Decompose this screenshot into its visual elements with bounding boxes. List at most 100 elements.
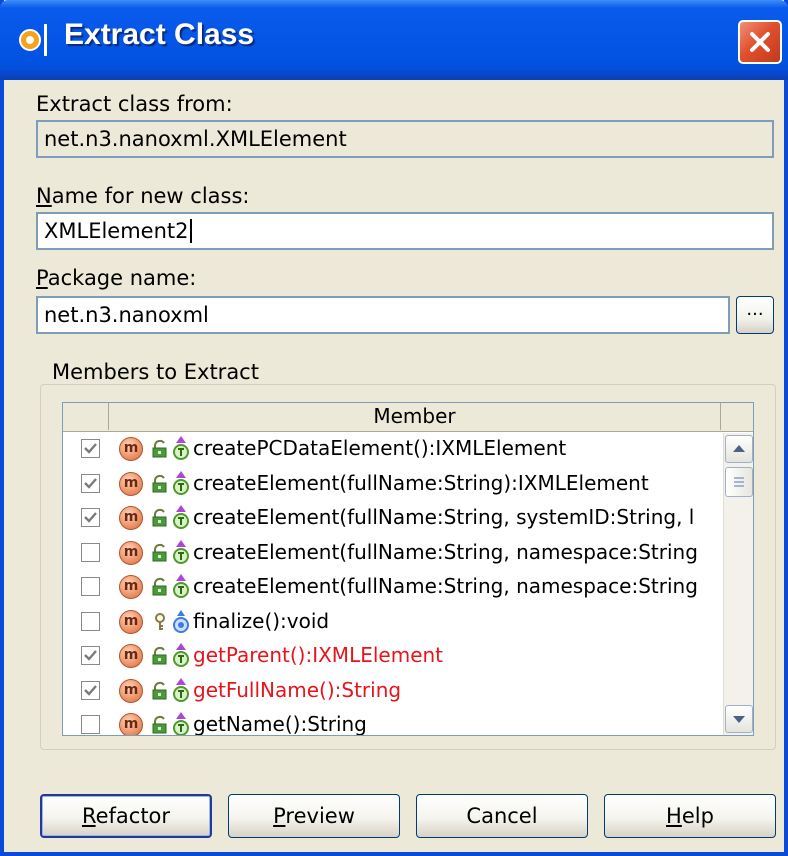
title-bar[interactable]: Extract Class [0, 0, 788, 80]
checkmark-icon [84, 684, 97, 696]
extract-from-field: net.n3.nanoxml.XMLElement [36, 120, 774, 158]
member-checkbox[interactable] [81, 680, 100, 700]
member-row[interactable]: m createElement(fullName:String):IXMLElem… [63, 468, 721, 503]
public-lock-icon [151, 577, 169, 597]
implements-icon [171, 504, 191, 530]
package-name-input[interactable]: net.n3.nanoxml [36, 296, 730, 334]
public-lock-icon [151, 646, 169, 666]
arrow-down-icon [733, 716, 745, 723]
checkmark-icon [84, 650, 97, 661]
checkbox-column-header[interactable] [63, 403, 109, 430]
member-row[interactable]: m createPCDataElement():IXMLElement [63, 433, 721, 468]
method-icon: m [119, 609, 143, 634]
member-signature: createPCDataElement():IXMLElement [193, 436, 567, 460]
member-checkbox[interactable] [81, 439, 100, 458]
help-mnemonic: H [666, 804, 682, 828]
member-signature: createElement(fullName:String, namespace… [193, 574, 698, 598]
member-row[interactable]: m getName():String [63, 709, 721, 736]
cancel-button[interactable]: Cancel [416, 794, 588, 838]
implements-icon [171, 573, 191, 599]
member-checkbox[interactable] [81, 611, 100, 631]
help-button[interactable]: Help [604, 794, 776, 838]
new-class-label: Name for new class: [36, 184, 249, 208]
intellij-app-icon [19, 24, 47, 56]
member-column-header[interactable]: Member [109, 403, 721, 430]
public-lock-icon [151, 543, 169, 563]
scroll-thumb[interactable] [725, 467, 753, 497]
member-row[interactable]: m createElement(fullName:String, systemID… [63, 502, 721, 537]
vertical-scrollbar[interactable] [723, 433, 753, 735]
close-icon [750, 32, 770, 52]
extract-from-value: net.n3.nanoxml.XMLElement [44, 127, 347, 151]
member-checkbox[interactable] [81, 542, 100, 562]
implements-icon [171, 435, 191, 461]
member-signature: getFullName():String [193, 677, 402, 702]
method-icon: m [119, 678, 143, 703]
text-caret [189, 219, 192, 243]
member-row[interactable]: m finalize():void [63, 606, 721, 641]
member-signature: getName():String [193, 712, 367, 736]
member-rows: m createPCDataElement():IXMLElement m creat… [63, 433, 721, 736]
extract-from-label: Extract class from: [36, 92, 233, 116]
member-row[interactable]: m getParent():IXMLElement [63, 640, 721, 675]
method-icon: m [119, 575, 143, 599]
member-checkbox[interactable] [81, 646, 100, 665]
members-group-label: Members to Extract [48, 360, 263, 384]
member-checkbox[interactable] [81, 577, 100, 596]
members-table: Member m createPCDataElement():IXMLElemen… [62, 402, 754, 736]
member-checkbox[interactable] [81, 473, 100, 493]
grip-icon [734, 477, 744, 487]
preview-label: review [285, 804, 355, 828]
implements-icon [171, 677, 191, 703]
new-class-name-input[interactable]: XMLElement2 [36, 212, 774, 250]
browse-package-button[interactable]: ... [736, 296, 774, 334]
member-signature: createElement(fullName:String):IXMLEleme… [193, 470, 649, 495]
package-mnemonic: P [36, 266, 48, 290]
member-row[interactable]: m getFullName():String [63, 675, 721, 710]
extract-class-dialog: Extract Class Extract class from: net.n3… [0, 0, 788, 856]
member-row[interactable]: m createElement(fullName:String, namespac… [63, 571, 721, 606]
method-icon: m [119, 471, 143, 496]
new-class-label-text: ame for new class: [51, 184, 250, 208]
implements-icon [171, 470, 191, 496]
new-class-name-value: XMLElement2 [44, 219, 189, 243]
member-checkbox[interactable] [81, 508, 100, 527]
implements-icon [171, 539, 191, 565]
method-icon: m [119, 506, 143, 530]
member-signature: finalize():void [193, 608, 330, 633]
package-label-text: ackage name: [47, 266, 197, 290]
preview-button[interactable]: Preview [228, 794, 400, 838]
preview-mnemonic: P [273, 804, 286, 828]
new-class-mnemonic: N [36, 184, 52, 208]
public-lock-icon [151, 439, 169, 459]
window-title: Extract Class [64, 18, 255, 51]
scroll-up-button[interactable] [725, 435, 753, 463]
checkmark-icon [84, 443, 97, 454]
protected-key-icon [151, 612, 169, 632]
member-signature: createElement(fullName:String, systemID:… [193, 505, 695, 529]
member-signature: getParent():IXMLElement [193, 643, 444, 667]
implements-icon [171, 642, 191, 668]
checkmark-icon [84, 477, 97, 489]
implements-icon [171, 711, 191, 735]
checkmark-icon [84, 512, 97, 523]
public-lock-icon [151, 474, 169, 494]
scroll-down-button[interactable] [725, 705, 753, 733]
method-icon: m [119, 540, 143, 565]
arrow-up-icon [733, 445, 745, 452]
refactor-label: efactor [95, 804, 171, 828]
close-button[interactable] [738, 20, 782, 64]
package-name-label: Package name: [36, 266, 196, 290]
method-icon: m [119, 437, 143, 461]
overrides-icon [171, 608, 191, 634]
refactor-mnemonic: R [81, 804, 96, 828]
public-lock-icon [151, 681, 169, 701]
method-icon: m [119, 644, 143, 668]
member-checkbox[interactable] [81, 715, 100, 734]
member-signature: createElement(fullName:String, namespace… [193, 539, 698, 564]
refactor-button[interactable]: Refactor [40, 794, 212, 838]
public-lock-icon [151, 715, 169, 735]
member-row[interactable]: m createElement(fullName:String, namespac… [63, 537, 721, 572]
package-name-value: net.n3.nanoxml [44, 303, 209, 327]
help-label: elp [681, 804, 714, 828]
